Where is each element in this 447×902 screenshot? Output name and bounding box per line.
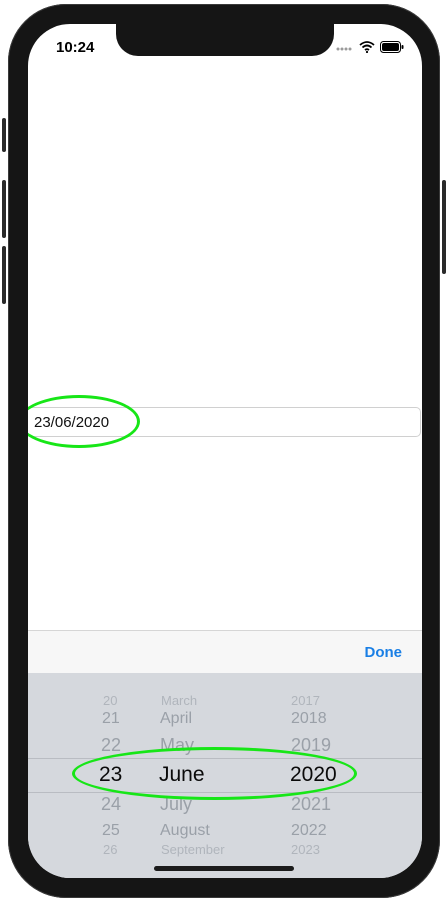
month-option[interactable]: May	[160, 735, 194, 756]
volume-down-button	[2, 246, 6, 304]
selection-band	[28, 758, 422, 793]
date-picker[interactable]: 20 21 22 23 24 25 26 March April May Jun…	[28, 673, 422, 878]
month-option-selected[interactable]: June	[159, 763, 205, 787]
day-option[interactable]: 26	[103, 842, 117, 857]
date-field-value: 23/06/2020	[34, 414, 110, 431]
month-option[interactable]: March	[161, 693, 197, 708]
battery-icon	[380, 41, 404, 53]
picker-toolbar: Done	[28, 630, 422, 674]
year-option[interactable]: 2019	[291, 735, 331, 756]
day-option[interactable]: 24	[101, 794, 121, 815]
year-option-selected[interactable]: 2020	[290, 763, 337, 787]
cellular-signal-icon	[336, 47, 352, 51]
year-option[interactable]: 2023	[291, 842, 320, 857]
year-option[interactable]: 2017	[291, 693, 320, 708]
month-option[interactable]: April	[160, 710, 192, 728]
year-option[interactable]: 2018	[291, 710, 327, 728]
done-button[interactable]: Done	[365, 644, 403, 661]
notch	[116, 24, 334, 56]
year-option[interactable]: 2022	[291, 822, 327, 840]
day-option[interactable]: 25	[102, 822, 120, 840]
power-button	[442, 180, 446, 274]
status-icons	[336, 40, 404, 54]
day-option[interactable]: 21	[102, 710, 120, 728]
month-option[interactable]: July	[160, 794, 192, 815]
mute-switch	[2, 118, 6, 152]
status-time: 10:24	[56, 39, 95, 56]
day-option[interactable]: 22	[101, 735, 121, 756]
year-option[interactable]: 2021	[291, 794, 331, 815]
date-field[interactable]: 23/06/2020	[28, 407, 421, 437]
day-option-selected[interactable]: 23	[99, 763, 122, 787]
home-indicator[interactable]	[154, 866, 294, 871]
month-option[interactable]: September	[161, 842, 225, 857]
month-option[interactable]: August	[160, 822, 210, 840]
wifi-icon	[359, 41, 375, 53]
day-option[interactable]: 20	[103, 693, 117, 708]
volume-up-button	[2, 180, 6, 238]
screen: 10:24 23/06/2020 Done 20 21 22 23 24 25 …	[28, 24, 422, 878]
